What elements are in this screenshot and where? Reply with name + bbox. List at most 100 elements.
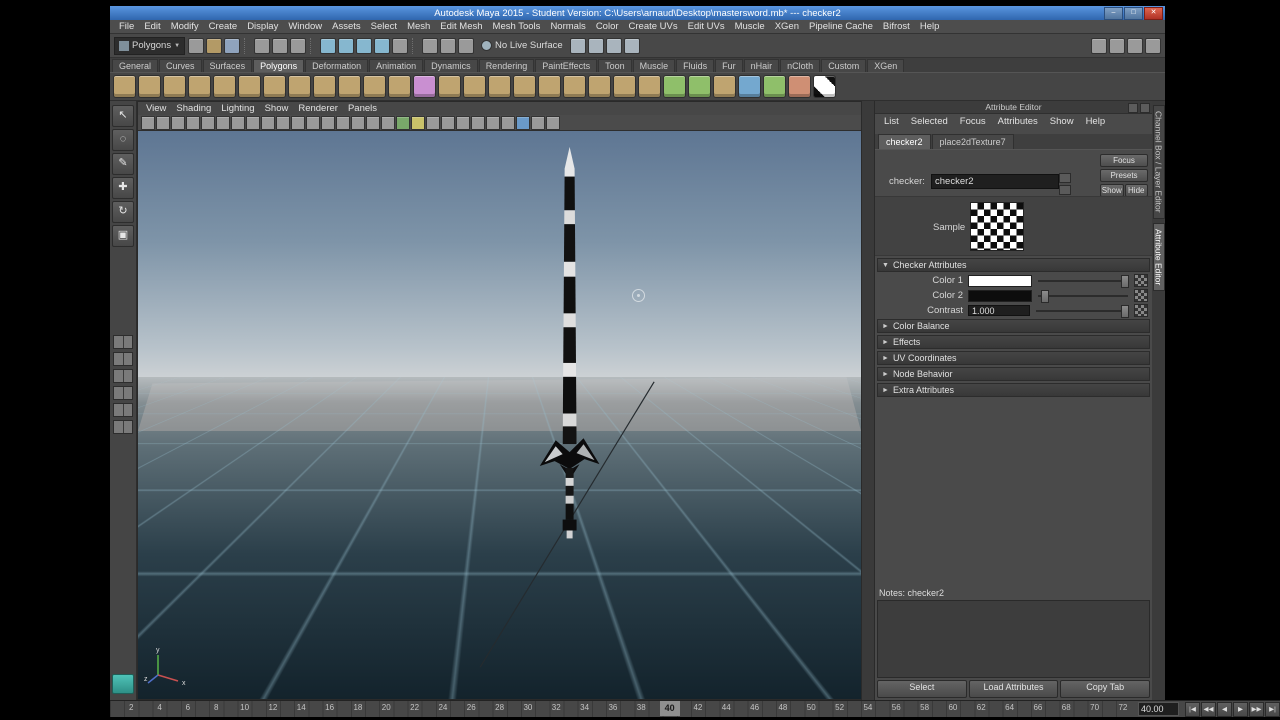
outliner-toggle-icon[interactable] [112, 674, 134, 694]
wireframe-icon[interactable] [366, 115, 380, 130]
shelf-tab-painteffects[interactable]: PaintEffects [535, 59, 598, 72]
contrast-slider[interactable] [1036, 305, 1129, 318]
panel-menu-show[interactable]: Show [260, 103, 294, 114]
grease-pencil-icon[interactable] [246, 115, 260, 130]
shelf-tab-custom[interactable]: Custom [821, 59, 867, 72]
smooth-icon[interactable] [413, 75, 436, 98]
grid-toggle-icon[interactable] [261, 115, 275, 130]
field-chart-icon[interactable] [321, 115, 335, 130]
frame-label-64[interactable]: 64 [1005, 703, 1014, 712]
layout-two-pane-side-icon[interactable] [113, 386, 133, 400]
ae-menu-attributes[interactable]: Attributes [992, 116, 1044, 127]
menu-display[interactable]: Display [242, 21, 283, 32]
attribute-editor-header[interactable]: Attribute Editor [875, 101, 1152, 114]
isolate-select-icon[interactable] [501, 115, 515, 130]
color2-swatch[interactable] [968, 289, 1032, 302]
menu-muscle[interactable]: Muscle [730, 21, 770, 32]
shelf-tab-nhair[interactable]: nHair [743, 59, 780, 72]
notes-textarea[interactable] [877, 600, 1150, 678]
shaded-icon[interactable] [381, 115, 395, 130]
shelf-tab-muscle[interactable]: Muscle [632, 59, 676, 72]
snap-surface-icon[interactable] [392, 37, 409, 54]
panel-float-icon[interactable] [1140, 103, 1150, 113]
play-backward-button[interactable]: ◀ [1217, 701, 1232, 717]
multi-cut-icon[interactable] [688, 75, 711, 98]
step-back-frame-button[interactable]: ◀◀ [1201, 701, 1216, 717]
poly-torus-icon[interactable] [238, 75, 261, 98]
current-frame-marker[interactable]: 40 [659, 701, 680, 716]
menu-modify[interactable]: Modify [166, 21, 204, 32]
output-connections-icon[interactable] [440, 37, 457, 54]
selection-mode-dropdown[interactable]: Polygons ▼ [114, 36, 186, 55]
snap-plane-icon[interactable] [374, 37, 391, 54]
ae-menu-show[interactable]: Show [1044, 116, 1080, 127]
frame-label-46[interactable]: 46 [750, 703, 759, 712]
boolean-union-icon[interactable] [513, 75, 536, 98]
sword-model[interactable] [138, 131, 861, 699]
render-current-frame-icon[interactable] [587, 37, 604, 54]
slider-handle[interactable] [1040, 290, 1049, 303]
menu-create-uvs[interactable]: Create UVs [624, 21, 683, 32]
select-camera-icon[interactable] [141, 115, 155, 130]
layout-two-pane-stacked-icon[interactable] [113, 403, 133, 417]
section-extra-attributes[interactable]: ► Extra Attributes [877, 383, 1150, 397]
menu-bifrost[interactable]: Bifrost [878, 21, 915, 32]
shelf-tab-surfaces[interactable]: Surfaces [202, 59, 253, 72]
lasso-tool-icon[interactable]: ◌ [112, 129, 134, 151]
presets-button[interactable]: Presets [1100, 169, 1148, 182]
frame-label-62[interactable]: 62 [977, 703, 986, 712]
poly-cylinder-icon[interactable] [163, 75, 186, 98]
frame-label-48[interactable]: 48 [778, 703, 787, 712]
open-scene-icon[interactable] [206, 37, 223, 54]
scale-tool-icon[interactable]: ▣ [112, 225, 134, 247]
poly-pyramid-icon[interactable] [288, 75, 311, 98]
frame-label-4[interactable]: 4 [157, 703, 161, 712]
sidebar-tab-attribute-editor[interactable]: Attribute Editor [1152, 222, 1165, 291]
menu-create[interactable]: Create [204, 21, 243, 32]
frame-label-30[interactable]: 30 [523, 703, 532, 712]
bridge-icon[interactable] [613, 75, 636, 98]
window-maximize-button[interactable]: □ [1124, 7, 1143, 20]
x-ray-icon[interactable] [516, 115, 530, 130]
shelf-tab-fur[interactable]: Fur [715, 59, 743, 72]
ipr-render-icon[interactable] [605, 37, 622, 54]
frame-label-36[interactable]: 36 [608, 703, 617, 712]
node-name-field[interactable]: checker2 [931, 174, 1059, 189]
color1-map-button[interactable] [1134, 274, 1148, 287]
panel-menu-lighting[interactable]: Lighting [216, 103, 259, 114]
frame-label-10[interactable]: 10 [240, 703, 249, 712]
image-plane-icon[interactable] [201, 115, 215, 130]
select-button[interactable]: Select [877, 680, 967, 698]
motion-blur-icon[interactable] [456, 115, 470, 130]
frame-label-22[interactable]: 22 [410, 703, 419, 712]
construction-history-icon[interactable] [458, 37, 475, 54]
time-slider[interactable]: 2468101214161820222426283032343638404244… [110, 700, 1280, 717]
frame-label-12[interactable]: 12 [268, 703, 277, 712]
sidebar-tab-channel-box-layer-editor[interactable]: Channel Box / Layer Editor [1152, 105, 1165, 219]
oversampling-icon[interactable] [231, 115, 245, 130]
play-forward-button[interactable]: ▶ [1233, 701, 1248, 717]
frame-label-54[interactable]: 54 [863, 703, 872, 712]
frame-label-60[interactable]: 60 [948, 703, 957, 712]
panel-menu-panels[interactable]: Panels [343, 103, 382, 114]
gamma-icon[interactable] [546, 115, 560, 130]
save-scene-icon[interactable] [224, 37, 241, 54]
show-attribute-editor-icon[interactable] [1127, 37, 1143, 54]
go-to-end-button[interactable]: ▶| [1265, 701, 1280, 717]
node-tab-place2dtexture7[interactable]: place2dTexture7 [931, 134, 1014, 149]
color1-swatch[interactable] [968, 274, 1032, 287]
frame-label-28[interactable]: 28 [495, 703, 504, 712]
current-time-field[interactable]: 40.00 [1138, 702, 1179, 716]
show-tool-settings-icon[interactable] [1145, 37, 1161, 54]
color2-slider[interactable] [1038, 290, 1128, 303]
window-minimize-button[interactable]: – [1104, 7, 1123, 20]
frame-label-66[interactable]: 66 [1033, 703, 1042, 712]
shelf-tab-rendering[interactable]: Rendering [478, 59, 535, 72]
ae-menu-help[interactable]: Help [1080, 116, 1112, 127]
frame-label-34[interactable]: 34 [580, 703, 589, 712]
copy-tab-button[interactable]: Copy Tab [1060, 680, 1151, 698]
select-hierarchy-icon[interactable] [254, 37, 271, 54]
safe-title-icon[interactable] [351, 115, 365, 130]
poly-sphere-icon[interactable] [113, 75, 136, 98]
panel-splitter[interactable] [862, 101, 874, 700]
